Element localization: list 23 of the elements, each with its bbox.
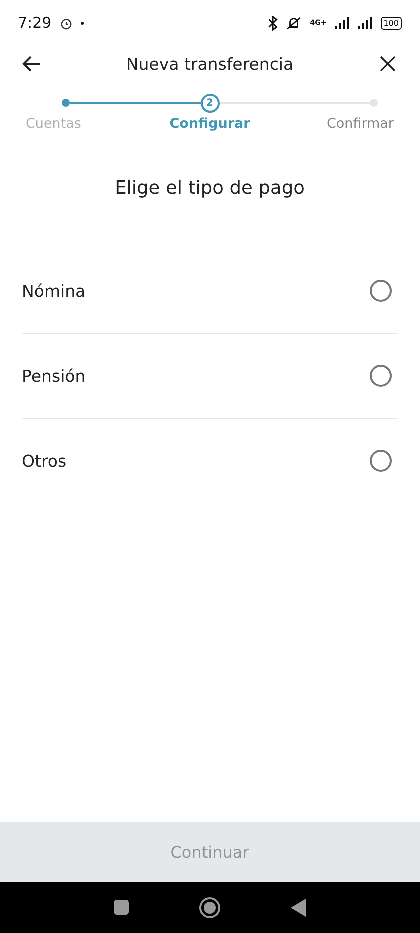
- muted-bell-icon: [286, 16, 302, 30]
- step-label: Configurar: [168, 116, 252, 132]
- option-label: Nómina: [22, 282, 86, 300]
- status-time: 7:29: [18, 14, 52, 32]
- dot-icon: [80, 22, 84, 24]
- current-step-indicator: 2: [200, 94, 220, 112]
- step-label: Confirmar: [326, 116, 395, 132]
- battery-level: 100: [380, 16, 402, 30]
- radio-button[interactable]: [370, 450, 392, 472]
- section-heading: Elige el tipo de pago: [114, 178, 306, 199]
- recents-icon[interactable]: [114, 900, 129, 915]
- bluetooth-icon: [268, 16, 278, 30]
- back-nav-icon[interactable]: [291, 898, 306, 916]
- option-label: Pensión: [22, 366, 86, 386]
- signal-icon: [334, 17, 350, 29]
- radio-button[interactable]: [370, 365, 392, 387]
- step-label: Cuentas: [25, 116, 82, 132]
- option-label: Otros: [22, 452, 67, 470]
- alarm-icon: [60, 16, 73, 30]
- home-icon[interactable]: [199, 896, 221, 918]
- screen-title: Nueva transferencia: [125, 54, 295, 74]
- radio-button[interactable]: [370, 280, 392, 302]
- signal-icon: [358, 17, 373, 29]
